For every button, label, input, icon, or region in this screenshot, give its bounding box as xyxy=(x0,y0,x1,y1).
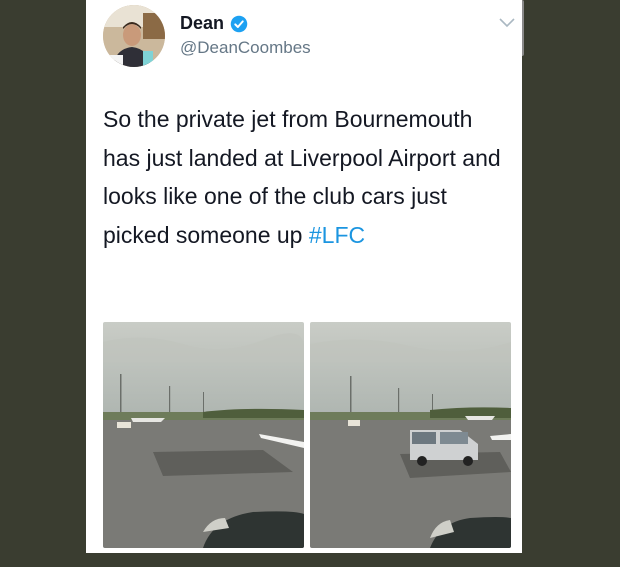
avatar[interactable] xyxy=(103,5,165,67)
airport-photo-right xyxy=(310,322,511,548)
verified-badge-icon xyxy=(230,15,248,32)
airport-photo-left xyxy=(103,322,304,548)
tweet-photo-1[interactable] xyxy=(103,322,304,548)
chevron-down-icon[interactable] xyxy=(498,16,516,30)
tweet-card: Dean @DeanCoombes So the private jet fro… xyxy=(86,0,522,553)
hashtag-link[interactable]: #LFC xyxy=(309,222,365,248)
avatar-image xyxy=(103,5,165,67)
tweet-photo-2[interactable] xyxy=(310,322,511,548)
author-name[interactable]: Dean xyxy=(180,13,224,34)
author-handle[interactable]: @DeanCoombes xyxy=(180,38,311,58)
author-name-row[interactable]: Dean xyxy=(180,13,248,34)
tweet-text: So the private jet from Bournemouth has … xyxy=(103,100,508,254)
tweet-body: So the private jet from Bournemouth has … xyxy=(103,106,501,248)
